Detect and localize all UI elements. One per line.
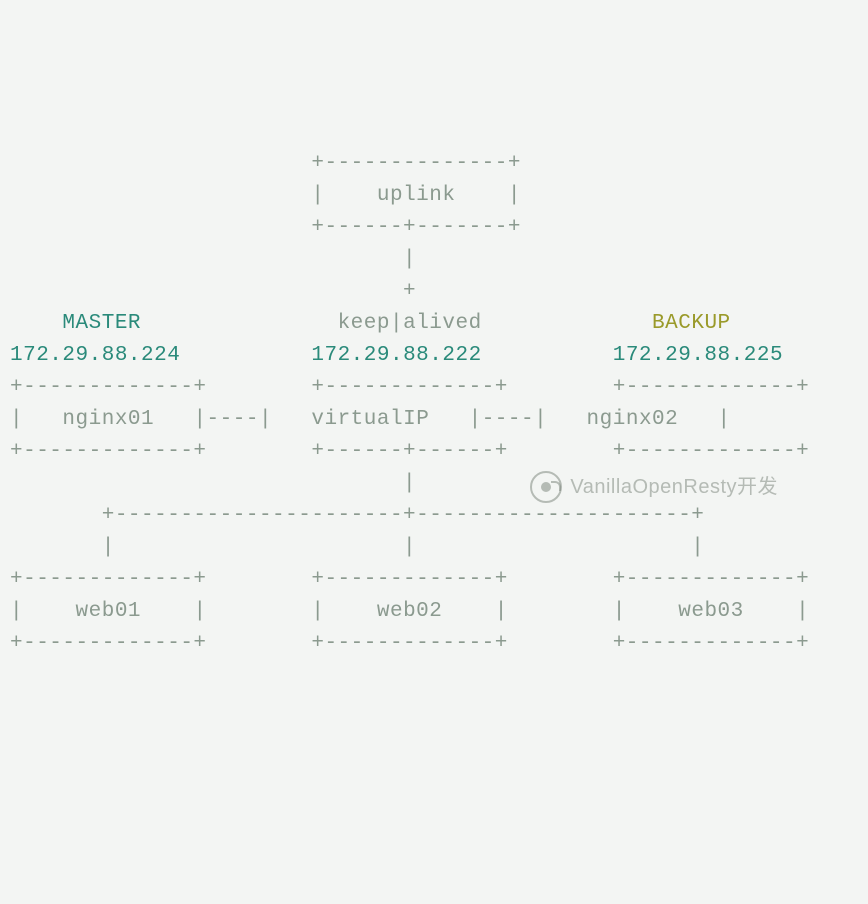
- line: +----------------------+----------------…: [10, 504, 704, 527]
- line: [180, 344, 311, 367]
- ascii-diagram: +--------------+ | uplink | +------+----…: [10, 148, 858, 660]
- line: |: [10, 600, 76, 623]
- line: [482, 344, 613, 367]
- nginx01-label: nginx01: [62, 408, 154, 431]
- line: +-------------+ +-------------+ +-------…: [10, 376, 809, 399]
- nginx02-label: nginx02: [587, 408, 679, 431]
- line: +: [10, 280, 416, 303]
- line: |----|: [154, 408, 311, 431]
- line: |: [10, 408, 62, 431]
- line: | |: [442, 600, 678, 623]
- watermark: VanillaOpenResty开发: [530, 471, 778, 503]
- web01-label: web01: [76, 600, 142, 623]
- line: |: [455, 184, 521, 207]
- uplink-label: uplink: [377, 184, 456, 207]
- line: |: [678, 408, 730, 431]
- line: +-------------+ +-------------+ +-------…: [10, 632, 809, 655]
- line: |: [10, 184, 377, 207]
- keepalived-label: keep|alived: [338, 312, 482, 335]
- line: |: [10, 472, 416, 495]
- line: | | |: [10, 536, 704, 559]
- line: [10, 312, 62, 335]
- web03-label: web03: [678, 600, 744, 623]
- web02-label: web02: [377, 600, 443, 623]
- line: [482, 312, 652, 335]
- line: +------+-------+: [10, 216, 521, 239]
- master-label: MASTER: [62, 312, 141, 335]
- line: |: [744, 600, 810, 623]
- virtualip-box-label: virtualIP: [311, 408, 429, 431]
- line: |----|: [429, 408, 586, 431]
- line: +-------------+ +-------------+ +-------…: [10, 568, 809, 591]
- line: +--------------+: [10, 152, 521, 175]
- wechat-icon: [530, 471, 562, 503]
- line: | |: [141, 600, 377, 623]
- watermark-text: VanillaOpenResty开发: [570, 471, 778, 503]
- line: +-------------+ +------+------+ +-------…: [10, 440, 809, 463]
- line: [141, 312, 338, 335]
- virtual-ip: 172.29.88.222: [311, 344, 481, 367]
- backup-ip: 172.29.88.225: [613, 344, 783, 367]
- line: |: [10, 248, 416, 271]
- master-ip: 172.29.88.224: [10, 344, 180, 367]
- backup-label: BACKUP: [652, 312, 731, 335]
